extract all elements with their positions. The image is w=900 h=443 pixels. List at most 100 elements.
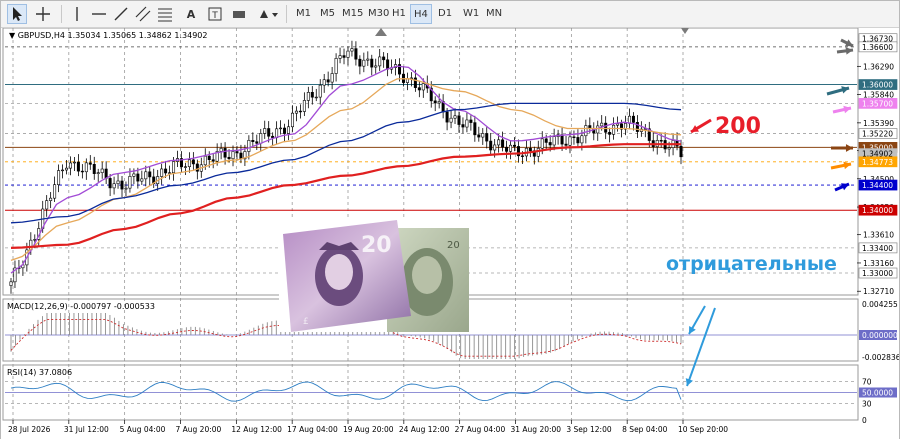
trendline-icon[interactable] bbox=[111, 4, 131, 24]
candle-body bbox=[536, 148, 540, 157]
candle-body bbox=[334, 58, 338, 74]
candle-body bbox=[132, 173, 136, 177]
candle-body bbox=[172, 161, 176, 174]
currency-banknotes-photo: 20 £ 20 bbox=[279, 220, 469, 332]
candle-body bbox=[120, 180, 124, 190]
horizontal-line-icon[interactable] bbox=[89, 4, 109, 24]
vertical-line-icon[interactable] bbox=[67, 4, 87, 24]
candle-body bbox=[275, 128, 279, 139]
candle-body bbox=[382, 56, 386, 61]
candle-body bbox=[207, 155, 211, 161]
time-tick-label: 10 Sep 20:00 bbox=[678, 425, 728, 434]
candle-body bbox=[255, 141, 259, 144]
candle-body bbox=[350, 48, 354, 52]
candle-body bbox=[235, 151, 239, 154]
timeframe-m5[interactable]: M5 bbox=[317, 4, 338, 24]
candle-body bbox=[473, 122, 477, 136]
rsi-header: RSI(14) 37.0806 bbox=[7, 368, 72, 377]
timeframe-mn[interactable]: MN bbox=[483, 4, 505, 24]
timeframe-m1[interactable]: M1 bbox=[293, 4, 314, 24]
timeframe-m15[interactable]: M15 bbox=[339, 4, 366, 24]
candle-body bbox=[584, 125, 588, 137]
time-tick-label: 19 Aug 20:00 bbox=[343, 425, 394, 434]
candle-body bbox=[520, 155, 524, 157]
candle-body bbox=[211, 159, 215, 162]
candle-body bbox=[417, 87, 421, 91]
price-label-text: 1.36000 bbox=[862, 81, 893, 90]
text-box-icon[interactable]: T bbox=[205, 4, 225, 24]
candle-body bbox=[279, 127, 283, 130]
candle-body bbox=[128, 176, 132, 189]
candle-body bbox=[287, 126, 291, 134]
candle-body bbox=[314, 96, 318, 99]
svg-text:£: £ bbox=[303, 317, 309, 327]
channel-icon[interactable] bbox=[133, 4, 153, 24]
text-label-icon[interactable]: A bbox=[181, 4, 201, 24]
candle-body bbox=[421, 83, 425, 91]
timeframe-d1[interactable]: D1 bbox=[435, 4, 455, 24]
chart-area[interactable]: 1.362901.358401.353901.349501.345001.340… bbox=[1, 27, 900, 439]
candle-body bbox=[140, 178, 144, 182]
candle-body bbox=[330, 73, 334, 83]
candle-body bbox=[84, 162, 88, 173]
candle-body bbox=[195, 163, 199, 172]
timeframe-w1[interactable]: W1 bbox=[460, 4, 482, 24]
price-tick-label: 1.36290 bbox=[863, 62, 894, 71]
candle-body bbox=[112, 183, 116, 189]
candle-body bbox=[433, 100, 437, 104]
candle-body bbox=[509, 144, 513, 152]
candle-body bbox=[481, 133, 485, 138]
cursor-icon[interactable] bbox=[7, 4, 27, 24]
candle-body bbox=[659, 140, 663, 142]
candle-body bbox=[616, 123, 620, 126]
time-tick-label: 27 Aug 04:00 bbox=[455, 425, 506, 434]
time-tick-label: 17 Aug 04:00 bbox=[287, 425, 338, 434]
time-tick-label: 28 Jul 2026 bbox=[8, 425, 51, 434]
price-label-text: 1.34773 bbox=[862, 158, 893, 167]
candle-body bbox=[302, 100, 306, 112]
candle-body bbox=[608, 131, 612, 135]
rectangle-icon[interactable] bbox=[229, 4, 249, 24]
candle-body bbox=[604, 122, 608, 133]
svg-text:20: 20 bbox=[447, 240, 460, 251]
svg-text:20: 20 bbox=[361, 233, 392, 258]
candle-body bbox=[144, 171, 148, 180]
candle-body bbox=[310, 92, 314, 98]
price-label-text: 1.33400 bbox=[862, 244, 893, 253]
candle-body bbox=[267, 128, 271, 137]
candle-body bbox=[338, 55, 342, 59]
candle-body bbox=[679, 145, 683, 158]
candle-body bbox=[445, 111, 449, 123]
candle-body bbox=[306, 92, 310, 101]
candle-body bbox=[469, 119, 473, 123]
candle-body bbox=[497, 139, 501, 146]
candle-body bbox=[271, 135, 275, 139]
candle-body bbox=[290, 112, 294, 128]
candle-body bbox=[596, 125, 600, 134]
timeframe-h1[interactable]: H1 bbox=[389, 4, 409, 24]
symbol-label: ▼ GBPUSD,H4 1.35034 1.35065 1.34862 1.34… bbox=[9, 31, 207, 40]
arrow-tools-icon[interactable] bbox=[255, 4, 281, 24]
candle-body bbox=[544, 138, 548, 143]
candle-body bbox=[76, 161, 80, 172]
candle-body bbox=[485, 133, 489, 142]
candle-body bbox=[57, 170, 61, 185]
candle-body bbox=[342, 55, 346, 58]
timeframe-h4[interactable]: H4 bbox=[410, 4, 432, 24]
crosshair-icon[interactable] bbox=[33, 4, 53, 24]
candle-body bbox=[96, 172, 100, 174]
macd-tick-label: 0.004255 bbox=[862, 300, 898, 309]
candle-body bbox=[68, 162, 72, 169]
candle-body bbox=[631, 115, 635, 123]
candle-body bbox=[298, 110, 302, 113]
candle-body bbox=[187, 159, 191, 168]
price-label-text: 1.33000 bbox=[862, 269, 893, 278]
time-tick-label: 5 Aug 04:00 bbox=[120, 425, 166, 434]
candle-body bbox=[572, 136, 576, 138]
candle-body bbox=[552, 136, 556, 146]
candle-body bbox=[219, 148, 223, 152]
candle-body bbox=[564, 143, 568, 146]
candle-body bbox=[512, 144, 516, 147]
candle-body bbox=[580, 135, 584, 144]
fibonacci-icon[interactable] bbox=[155, 4, 175, 24]
